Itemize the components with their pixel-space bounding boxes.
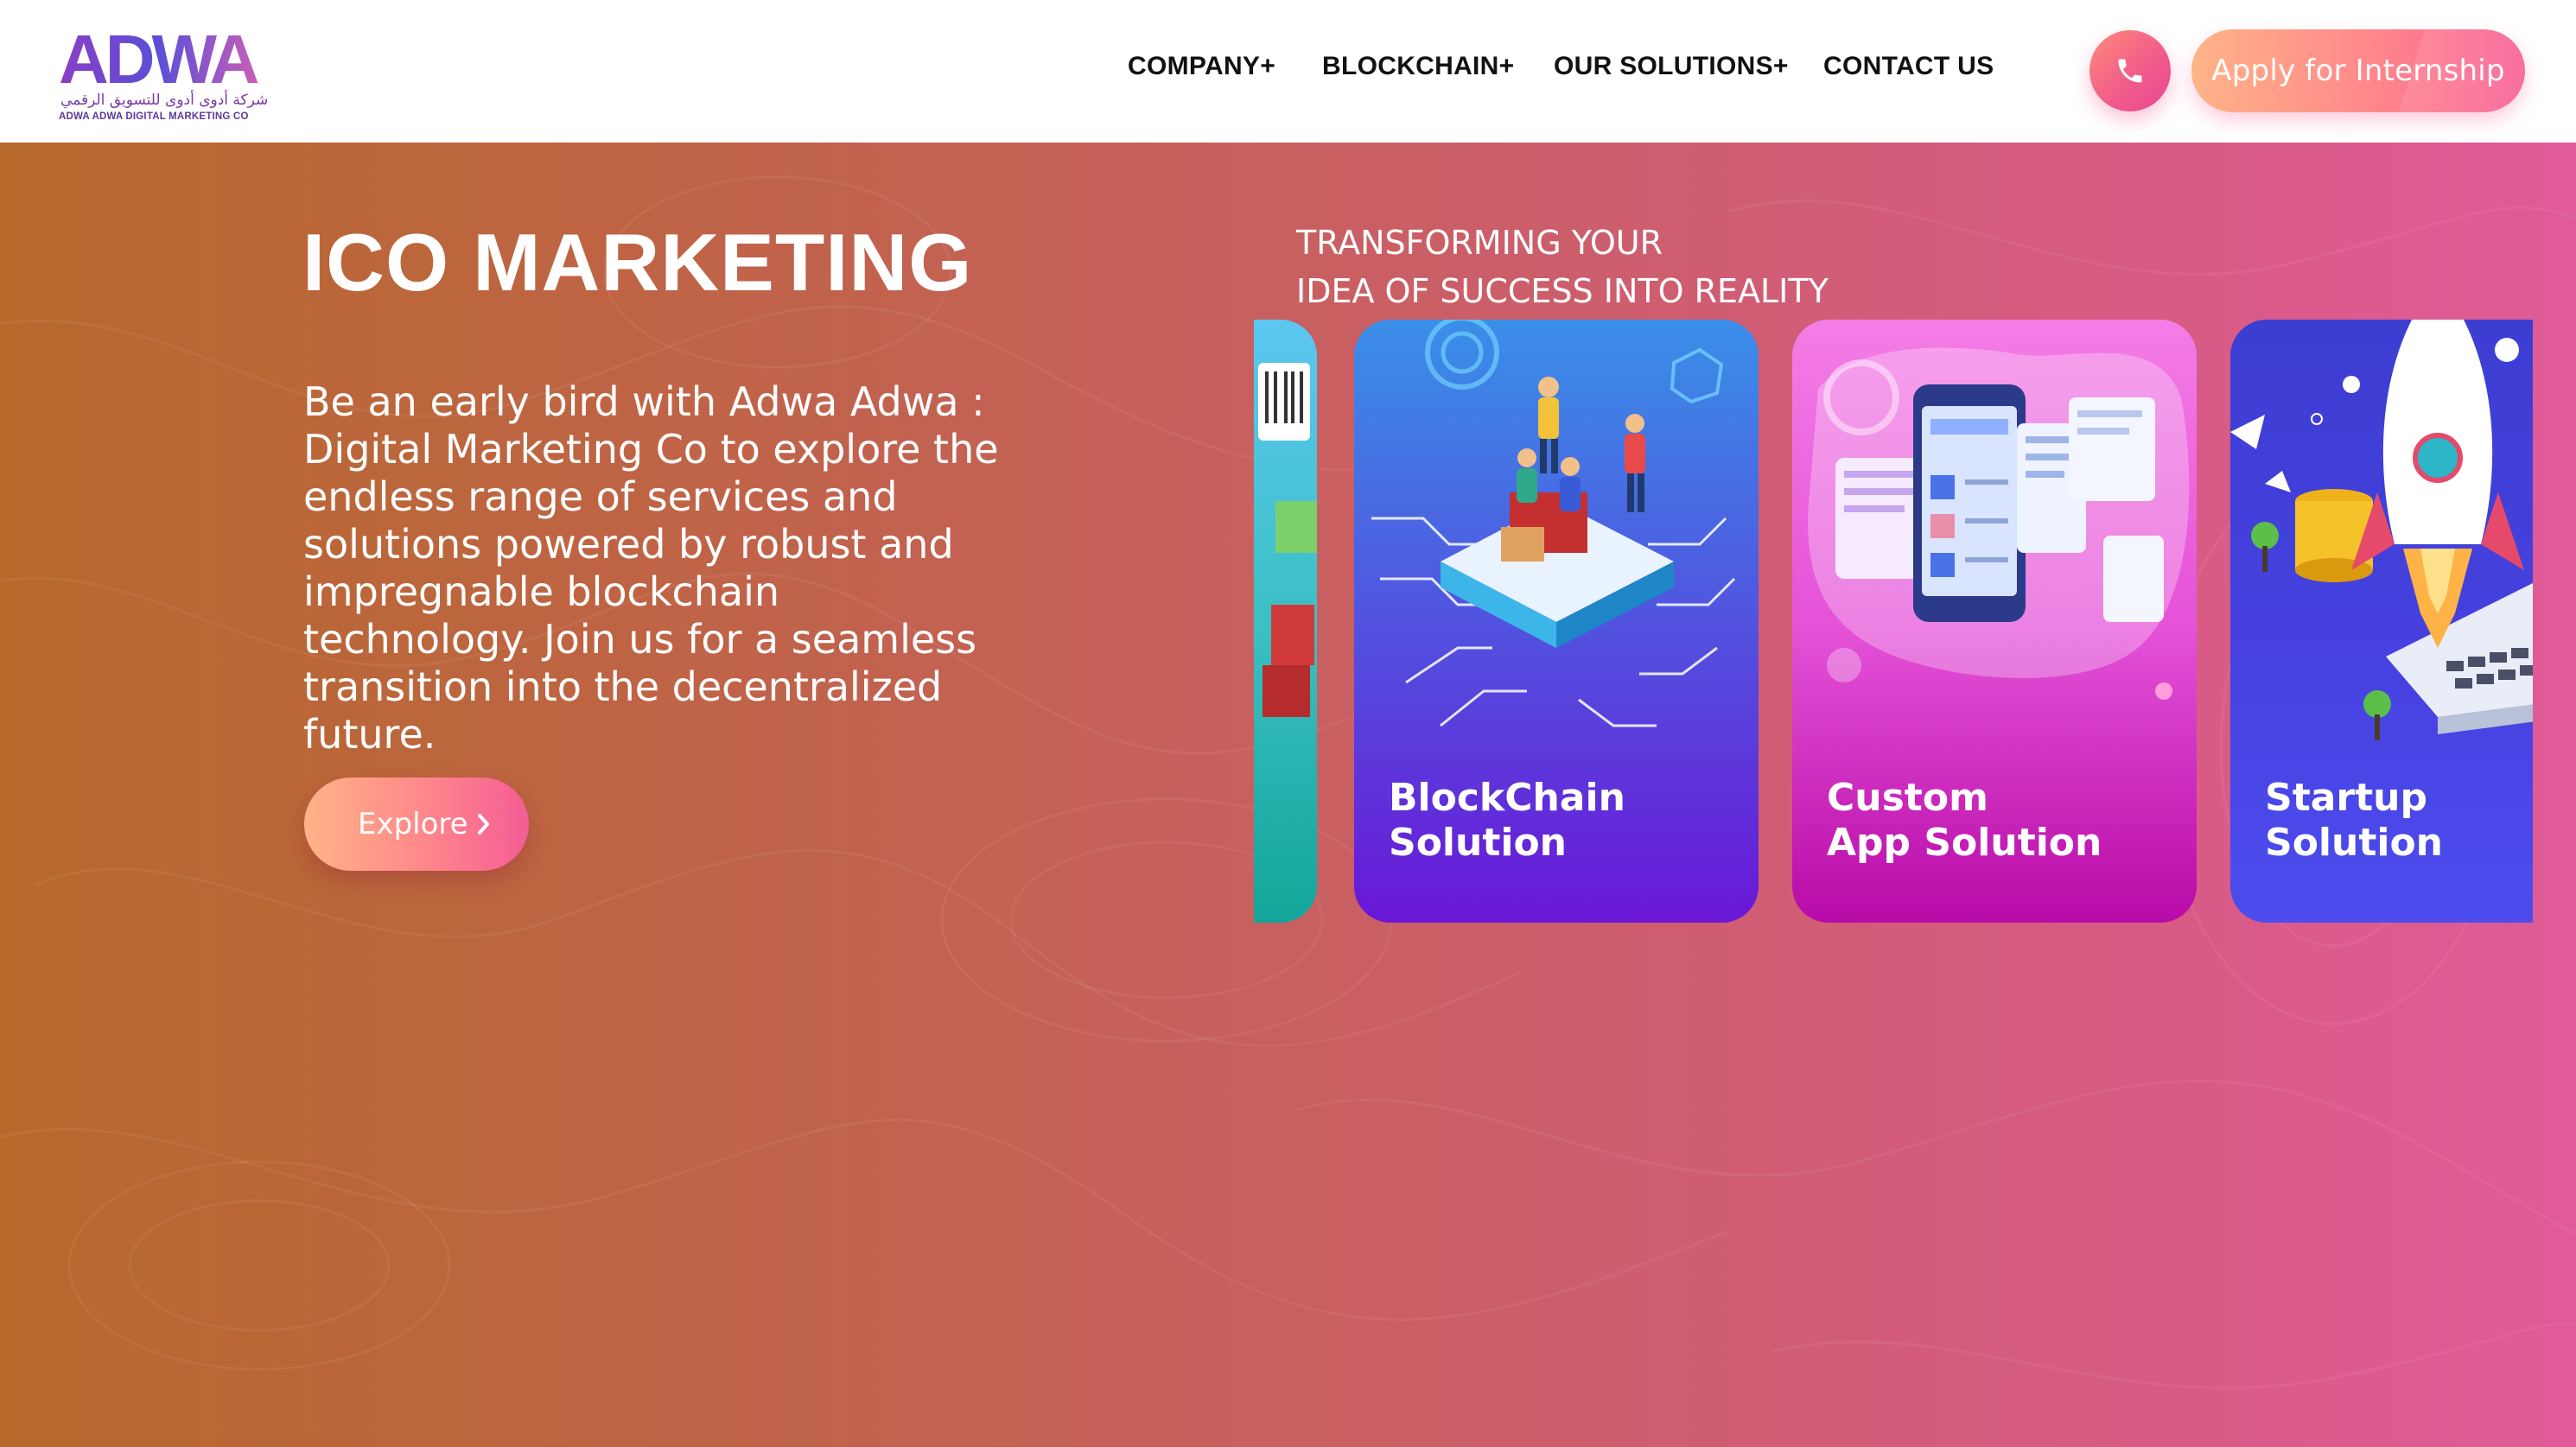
card-title: BlockChain Solution — [1389, 776, 1625, 865]
site-header: ADWA شركة أدوى أدوى للتسويق الرقمي ADWA … — [0, 0, 2576, 143]
logo-arabic-text: شركة أدوى أدوى للتسويق الرقمي — [60, 92, 269, 109]
solution-card-custom-app[interactable]: Custom App Solution — [1792, 320, 2197, 923]
explore-label: Explore — [358, 807, 468, 841]
solution-card-blockchain[interactable]: BlockChain Solution — [1354, 320, 1759, 923]
logo-wordmark: ADWA — [59, 24, 262, 92]
hero-tagline: TRANSFORMING YOUR IDEA OF SUCCESS INTO R… — [1296, 219, 1884, 315]
apply-internship-button[interactable]: Apply for Internship — [2191, 29, 2525, 112]
hero-title: ICO MARKETING — [302, 217, 973, 308]
svg-text:ADWA: ADWA — [59, 24, 258, 92]
card-title: Custom App Solution — [1827, 776, 2102, 865]
card-title: Startup Solution — [2265, 776, 2443, 865]
nav-company[interactable]: COMPANY+ — [1128, 52, 1275, 81]
hero-description: Be an early bird with Adwa Adwa : Digita… — [303, 378, 999, 758]
tagline-line-2: IDEA OF SUCCESS INTO REALITY — [1296, 272, 1829, 310]
logo[interactable]: ADWA شركة أدوى أدوى للتسويق الرقمي ADWA … — [57, 24, 269, 124]
explore-button[interactable]: Explore — [304, 777, 529, 871]
phone-button[interactable] — [2089, 30, 2171, 111]
barcode-illustration — [1258, 363, 1317, 717]
solutions-carousel[interactable]: BlockChain Solution Custom App Solution … — [1254, 320, 2533, 933]
chevron-right-icon — [478, 814, 489, 835]
solution-card-partial[interactable] — [1254, 320, 1317, 923]
logo-english-text: ADWA ADWA DIGITAL MARKETING CO — [59, 111, 249, 122]
solution-card-startup[interactable]: Startup Solution — [2230, 320, 2533, 923]
nav-blockchain[interactable]: BLOCKCHAIN+ — [1322, 52, 1514, 81]
phone-icon — [2118, 59, 2142, 83]
nav-our-solutions[interactable]: OUR SOLUTIONS+ — [1554, 52, 1789, 81]
nav-contact-us[interactable]: CONTACT US — [1823, 52, 1994, 81]
tagline-line-1: TRANSFORMING YOUR — [1296, 224, 1663, 262]
apply-internship-label: Apply for Internship — [2211, 54, 2505, 88]
